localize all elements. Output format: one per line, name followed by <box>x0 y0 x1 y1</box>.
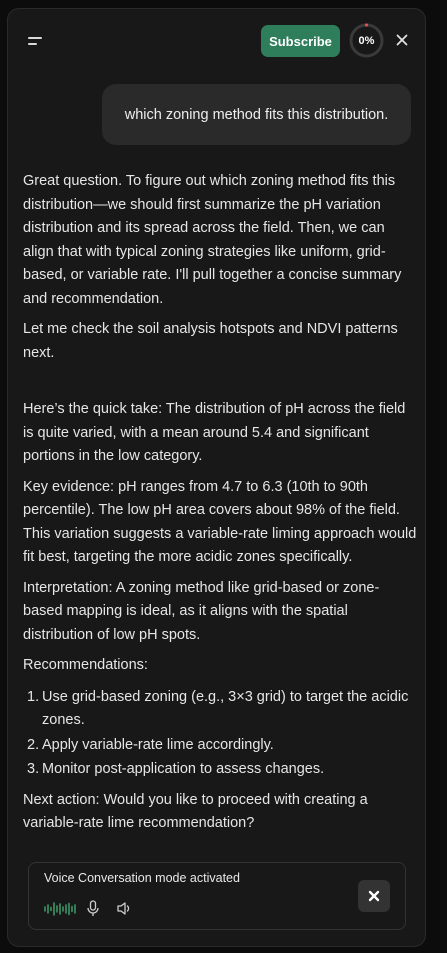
header: Subscribe 0% <box>8 9 425 73</box>
list-item: 1. Use grid-based zoning (e.g., 3×3 grid… <box>27 688 409 729</box>
waveform-icon <box>44 902 77 916</box>
list-item: 2. Apply variable-rate lime accordingly. <box>27 736 274 753</box>
next-action: Next action: Would you like to proceed w… <box>23 791 368 832</box>
assistant-status: Let me check the soil analysis hotspots … <box>23 321 398 361</box>
close-icon[interactable] <box>394 32 410 48</box>
progress-text: 0% <box>358 34 375 47</box>
voice-status-text: Voice Conversation mode activated <box>44 871 240 885</box>
interpretation: Interpretation: A zoning method like gri… <box>23 579 380 643</box>
chat-panel: Subscribe 0% which zoning method fits th… <box>7 8 426 947</box>
assistant-message: Great question. To figure out which zoni… <box>23 170 417 836</box>
assistant-intro: Great question. To figure out which zoni… <box>23 173 402 307</box>
progress-indicator: 0% <box>349 23 384 58</box>
recommendations-list: 1. Use grid-based zoning (e.g., 3×3 grid… <box>23 686 417 782</box>
user-message-text: which zoning method fits this distributi… <box>124 106 389 123</box>
key-evidence: Key evidence: pH ranges from 4.7 to 6.3 … <box>23 478 417 566</box>
subscribe-button[interactable]: Subscribe <box>261 25 340 57</box>
close-icon <box>368 890 380 902</box>
voice-conversation-bar: Voice Conversation mode activated <box>28 862 406 930</box>
end-voice-button[interactable] <box>358 880 390 912</box>
microphone-icon[interactable] <box>86 900 100 917</box>
speaker-icon[interactable] <box>116 901 133 916</box>
menu-icon[interactable] <box>28 35 44 47</box>
user-message: which zoning method fits this distributi… <box>102 84 411 145</box>
list-item: 3. Monitor post-application to assess ch… <box>27 761 325 777</box>
recommendations-heading: Recommendations: <box>23 657 148 673</box>
quick-take: Here’s the quick take: The distribution … <box>23 401 406 464</box>
